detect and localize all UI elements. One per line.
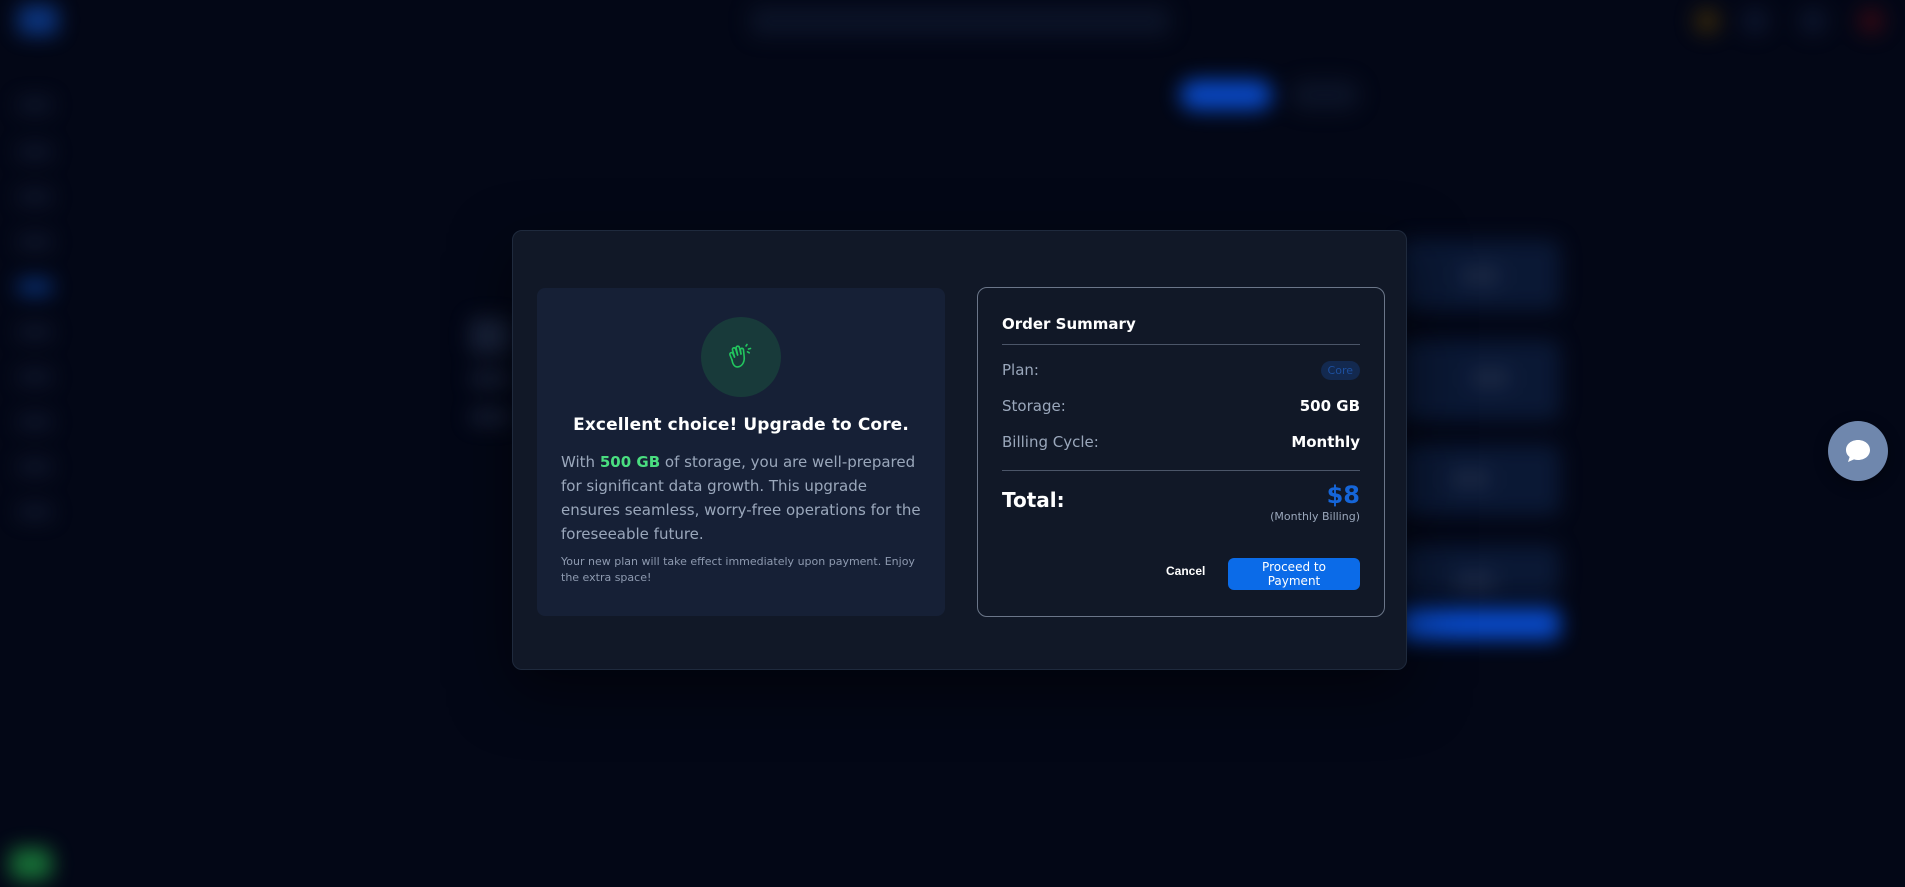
toggle-monthly <box>1180 80 1272 110</box>
total-label: Total: <box>1002 488 1065 512</box>
divider <box>1002 470 1360 471</box>
billing-row: Billing Cycle: Monthly <box>1002 430 1360 454</box>
chat-bubble-icon <box>1846 440 1870 462</box>
upgrade-description: With 500 GB of storage, you are well-pre… <box>561 450 927 546</box>
order-summary-title: Order Summary <box>1002 315 1136 333</box>
upgrade-message-panel: Excellent choice! Upgrade to Core. With … <box>537 288 945 616</box>
billing-label: Billing Cycle: <box>1002 433 1099 451</box>
hand-icon-circle <box>701 317 781 397</box>
price-tag <box>1455 570 1495 592</box>
notification-icon <box>1694 8 1720 34</box>
desc-prefix: With <box>561 453 596 471</box>
total-amount: $8 <box>1326 481 1360 509</box>
bg-upgrade-button <box>1400 608 1560 640</box>
bg-text <box>470 410 510 424</box>
sidebar-item <box>18 325 52 339</box>
settings-icon <box>1800 8 1826 34</box>
toggle-yearly <box>1290 80 1360 110</box>
avatar <box>1858 8 1884 34</box>
price-tag <box>1470 367 1510 389</box>
billing-value: Monthly <box>1291 433 1360 451</box>
sidebar-item <box>18 370 52 384</box>
upgrade-note: Your new plan will take effect immediate… <box>561 555 915 584</box>
sidebar-item <box>18 235 52 249</box>
help-icon <box>1742 8 1768 34</box>
cancel-button[interactable]: Cancel <box>1162 558 1209 584</box>
divider <box>1002 344 1360 345</box>
plan-label: Plan: <box>1002 361 1039 379</box>
bg-status-button <box>10 848 52 880</box>
upgrade-modal: Excellent choice! Upgrade to Core. With … <box>512 230 1407 670</box>
chat-button[interactable] <box>1828 421 1888 481</box>
sidebar-item <box>18 190 52 204</box>
sidebar-item <box>18 415 52 429</box>
sidebar-item <box>18 505 52 519</box>
storage-value: 500 GB <box>1299 397 1360 415</box>
price-tag <box>1460 265 1500 287</box>
sidebar-item-active <box>18 280 52 294</box>
order-summary-panel: Order Summary Plan: Core Storage: 500 GB… <box>977 287 1385 617</box>
total-billing-note: (Monthly Billing) <box>1270 510 1360 523</box>
storage-row: Storage: 500 GB <box>1002 394 1360 418</box>
price-tag <box>1450 468 1490 490</box>
bg-heading <box>470 318 510 354</box>
app-logo <box>18 5 58 35</box>
sidebar-item <box>18 98 52 112</box>
app-screen: Excellent choice! Upgrade to Core. With … <box>0 0 1905 887</box>
plan-row: Plan: Core <box>1002 358 1360 382</box>
storage-highlight: 500 GB <box>599 453 661 471</box>
bg-text <box>470 372 510 386</box>
upgrade-headline: Excellent choice! Upgrade to Core. <box>573 415 909 435</box>
plan-badge: Core <box>1320 360 1360 380</box>
proceed-to-payment-button[interactable]: Proceed to Payment <box>1228 558 1360 590</box>
waving-hand-icon <box>729 343 752 368</box>
sidebar-item <box>18 460 52 474</box>
search-bar <box>750 6 1170 36</box>
storage-label: Storage: <box>1002 397 1066 415</box>
sidebar-item <box>18 145 52 159</box>
